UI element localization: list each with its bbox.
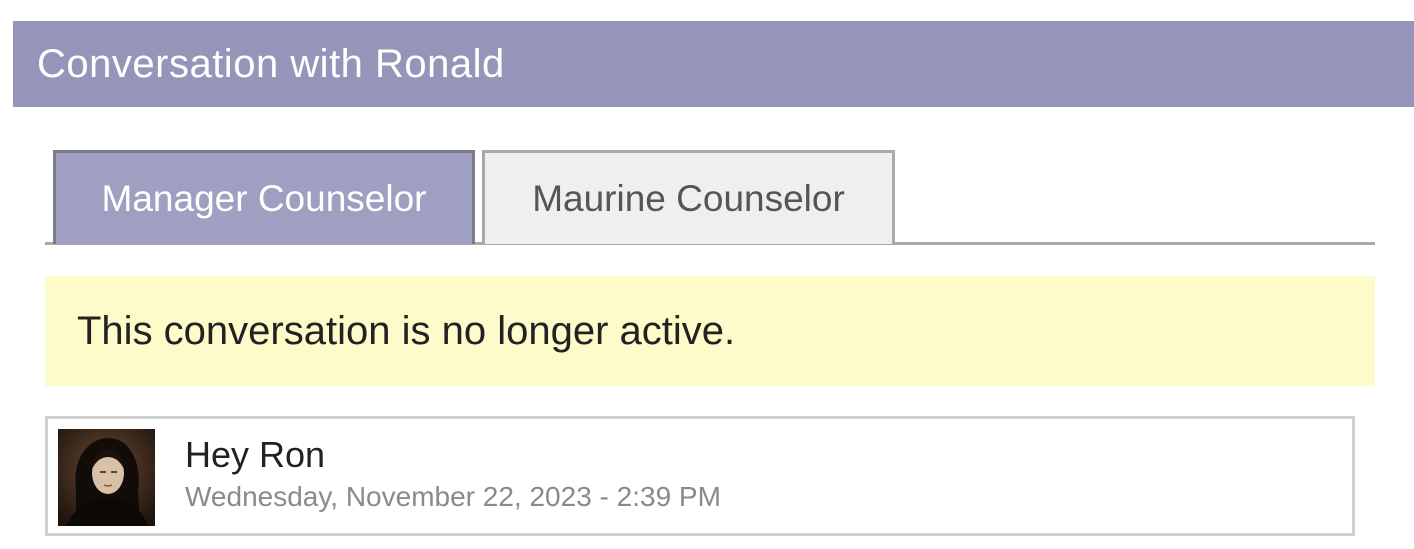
counselor-tabs: Manager Counselor Maurine Counselor bbox=[45, 150, 1375, 245]
page-header: Conversation with Ronald bbox=[13, 21, 1414, 107]
tab-label: Manager Counselor bbox=[101, 177, 427, 219]
message-item: Hey Ron Wednesday, November 22, 2023 - 2… bbox=[45, 416, 1355, 536]
notice-text: This conversation is no longer active. bbox=[77, 308, 736, 353]
avatar bbox=[58, 429, 155, 526]
message-body: Hey Ron Wednesday, November 22, 2023 - 2… bbox=[185, 433, 721, 515]
tab-manager-counselor[interactable]: Manager Counselor bbox=[53, 150, 475, 244]
conversation-page: Conversation with Ronald Manager Counsel… bbox=[0, 0, 1414, 549]
page-title: Conversation with Ronald bbox=[37, 41, 505, 86]
tab-label: Maurine Counselor bbox=[532, 177, 845, 219]
message-timestamp: Wednesday, November 22, 2023 - 2:39 PM bbox=[185, 481, 721, 512]
inactive-notice: This conversation is no longer active. bbox=[45, 276, 1375, 386]
user-portrait-icon bbox=[58, 429, 155, 526]
message-text: Hey Ron bbox=[185, 434, 326, 475]
tab-maurine-counselor[interactable]: Maurine Counselor bbox=[482, 150, 895, 244]
